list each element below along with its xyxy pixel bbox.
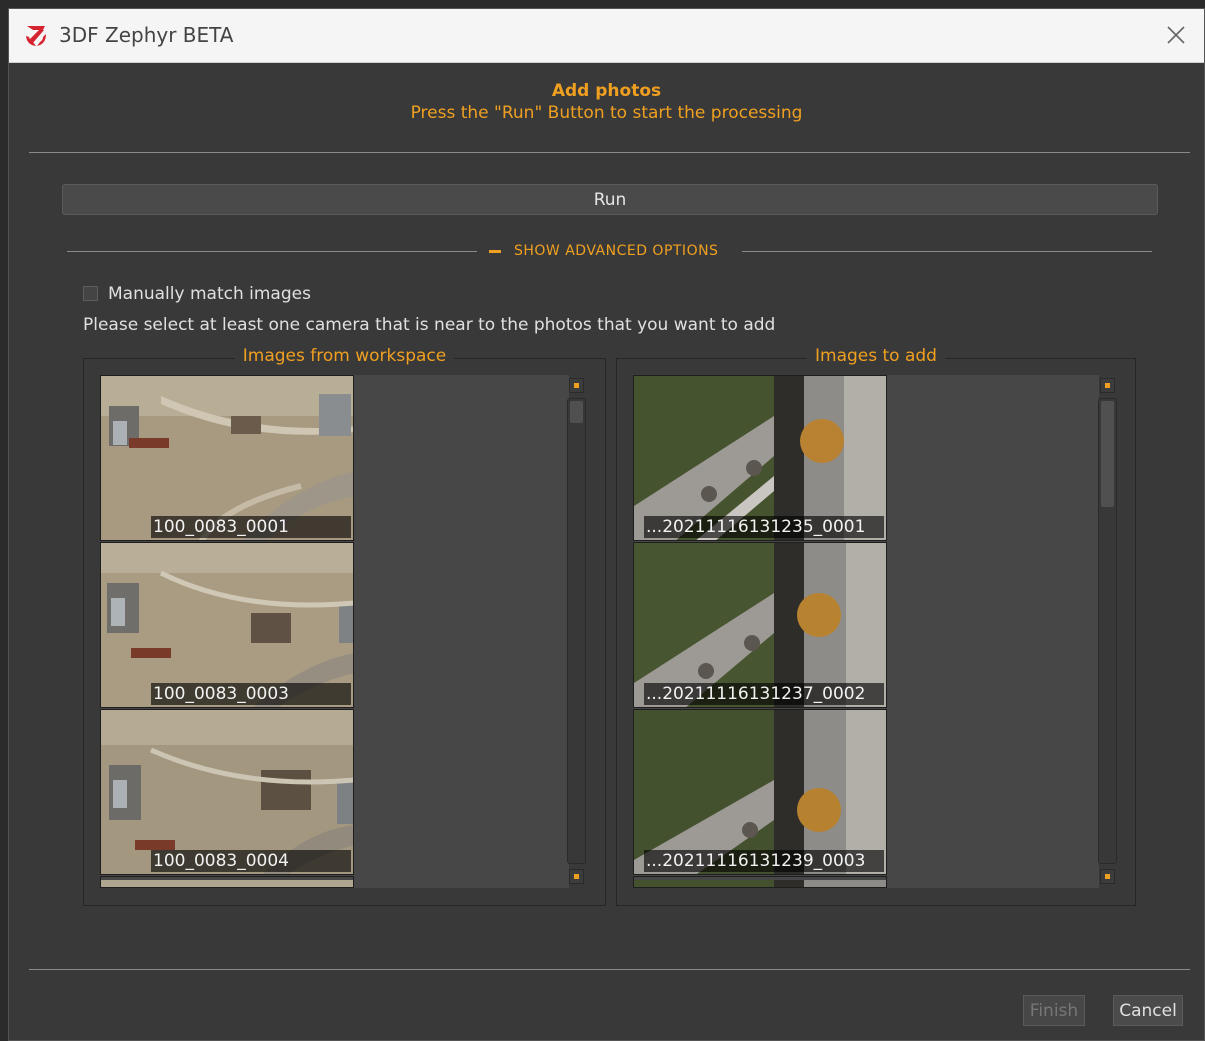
to-add-thumbnail[interactable]: ...20211116131237_0002: [633, 542, 887, 708]
to-add-thumbnail[interactable]: ...20211116131239_0003: [633, 709, 887, 875]
instruction-text: Please select at least one camera that i…: [83, 315, 776, 335]
close-icon: [1167, 26, 1185, 44]
aerial-photo-image: [101, 880, 353, 887]
thumbnail-label: ...20211116131235_0001: [644, 516, 884, 538]
advanced-options-label: SHOW ADVANCED OPTIONS: [514, 243, 719, 259]
images-to-add-group: Images to add ...20211116131235_0001 ...…: [616, 346, 1136, 906]
thumbnail-label: 100_0083_0004: [151, 850, 351, 872]
finish-button[interactable]: Finish: [1023, 995, 1085, 1026]
to-add-thumbnail-partial[interactable]: [633, 876, 887, 888]
thumbnail-label: 100_0083_0003: [151, 683, 351, 705]
scroll-down-button[interactable]: [569, 869, 584, 884]
workspace-image-list[interactable]: 100_0083_0001 100_0083_0003 100_0083_000…: [100, 375, 569, 888]
footer-divider: [29, 969, 1190, 970]
close-button[interactable]: [1162, 21, 1190, 49]
scroll-up-button[interactable]: [1100, 378, 1115, 393]
run-button[interactable]: Run: [62, 184, 1158, 215]
aerial-photo-image: [634, 880, 886, 887]
workspace-group-title: Images from workspace: [84, 346, 605, 366]
workspace-thumbnail-partial[interactable]: [100, 876, 354, 888]
window-title: 3DF Zephyr BETA: [59, 23, 234, 47]
scrollbar-track[interactable]: [567, 398, 586, 864]
zephyr-logo-icon: [26, 26, 46, 46]
images-to-add-group-title: Images to add: [617, 346, 1135, 366]
dialog-window: 3DF Zephyr BETA Add photos Press the "Ru…: [8, 8, 1205, 1041]
thumbnail-label: ...20211116131237_0002: [644, 683, 884, 705]
workspace-images-group: Images from workspace 100_0083_0001 100_…: [83, 346, 606, 906]
minus-icon: [489, 249, 501, 253]
page-subtitle: Press the "Run" Button to start the proc…: [410, 103, 803, 123]
scrollbar-thumb[interactable]: [570, 401, 583, 423]
images-to-add-list[interactable]: ...20211116131235_0001 ...20211116131237…: [633, 375, 1099, 888]
manual-match-label: Manually match images: [108, 284, 311, 304]
page-title: Add photos: [551, 81, 662, 101]
cancel-button[interactable]: Cancel: [1113, 995, 1183, 1026]
scrollbar-track[interactable]: [1098, 398, 1117, 864]
workspace-thumbnail[interactable]: 100_0083_0003: [100, 542, 354, 708]
thumbnail-label: 100_0083_0001: [151, 516, 351, 538]
images-to-add-title-text: Images to add: [807, 346, 945, 366]
title-bar: 3DF Zephyr BETA: [9, 9, 1204, 63]
to-add-thumbnail[interactable]: ...20211116131235_0001: [633, 375, 887, 541]
workspace-thumbnail[interactable]: 100_0083_0004: [100, 709, 354, 875]
divider-right: [742, 251, 1152, 252]
show-advanced-options-toggle[interactable]: SHOW ADVANCED OPTIONS: [489, 241, 737, 261]
header-divider: [29, 152, 1190, 153]
workspace-thumbnail[interactable]: 100_0083_0001: [100, 375, 354, 541]
workspace-group-title-text: Images from workspace: [234, 346, 455, 366]
scroll-up-button[interactable]: [569, 378, 584, 393]
thumbnail-label: ...20211116131239_0003: [644, 850, 884, 872]
scrollbar-thumb[interactable]: [1101, 401, 1114, 507]
manual-match-checkbox[interactable]: [83, 286, 98, 301]
divider-left: [67, 251, 477, 252]
scroll-down-button[interactable]: [1100, 869, 1115, 884]
advanced-options-row: SHOW ADVANCED OPTIONS: [67, 241, 1152, 261]
